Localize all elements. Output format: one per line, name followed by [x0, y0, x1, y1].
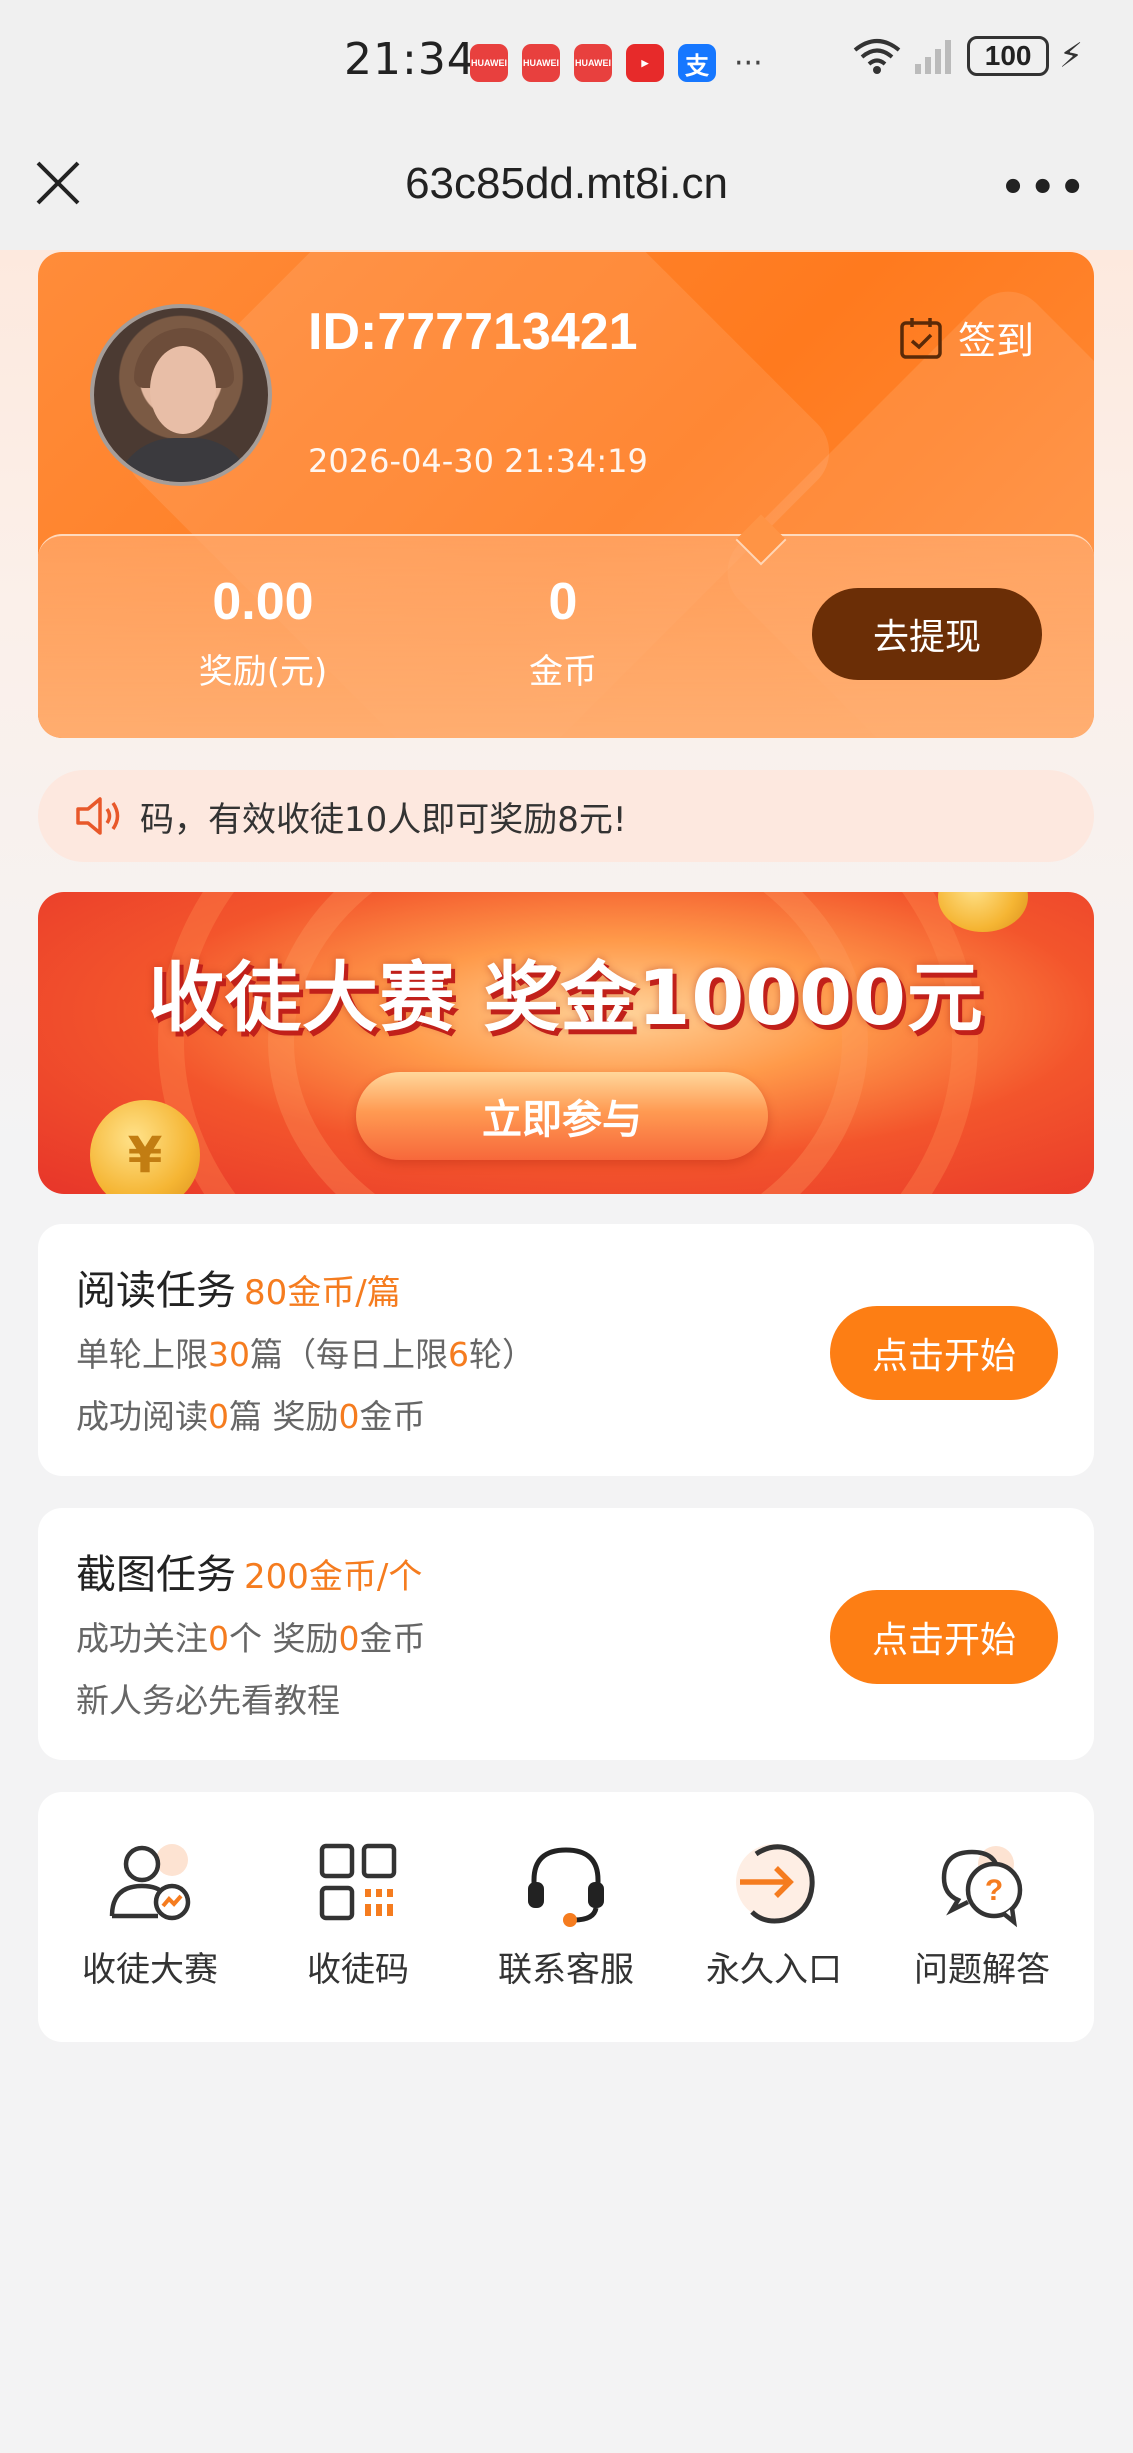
- task-rate: 80金币/篇: [244, 1273, 401, 1313]
- reward-stat: 0.00 奖励(元): [158, 572, 368, 693]
- text: 篇（每日上限: [250, 1335, 448, 1374]
- huawei-app-icon: HUAWEI: [574, 44, 612, 82]
- battery-indicator: 100: [967, 36, 1050, 76]
- checkin-label: 签到: [957, 319, 1034, 363]
- text: 轮）: [469, 1335, 535, 1374]
- task-title: 阅读任务 80金币/篇: [76, 1258, 401, 1316]
- current-datetime: 2026-04-30 21:34:19: [308, 442, 648, 480]
- reading-task-card: 阅读任务 80金币/篇 单轮上限30篇（每日上限6轮） 成功阅读0篇 奖励0金币 …: [38, 1224, 1094, 1476]
- menu-item-recruit-code[interactable]: 收徒码: [258, 1792, 458, 2042]
- text: 成功关注: [76, 1619, 208, 1658]
- follow-count-value: 0: [208, 1619, 229, 1658]
- task-title: 截图任务 200金币/个: [76, 1542, 422, 1600]
- menu-label: 问题解答: [914, 1950, 1050, 1990]
- start-screenshot-button[interactable]: 点击开始: [830, 1590, 1058, 1684]
- notice-text: 码，有效收徒10人即可奖励8元!: [140, 799, 627, 840]
- status-time: 21:34: [344, 34, 476, 85]
- text: 单轮上限: [76, 1335, 208, 1374]
- calendar-check-icon: [900, 317, 942, 359]
- menu-label: 永久入口: [706, 1950, 842, 1990]
- text: 金币: [359, 1397, 426, 1436]
- menu-item-customer-service[interactable]: 联系客服: [466, 1792, 666, 2042]
- banner-title: 收徒大赛 奖金10000元: [148, 953, 984, 1042]
- arrow-entry-icon: [736, 1844, 815, 1924]
- reward-coins-value: 0: [338, 1397, 360, 1436]
- avatar[interactable]: [90, 304, 272, 486]
- more-notifications-icon: ···: [734, 45, 763, 81]
- wifi-icon: [853, 39, 901, 74]
- round-limit-value: 30: [208, 1335, 250, 1374]
- checkin-button[interactable]: 签到: [898, 310, 1034, 365]
- menu-item-recruit-contest[interactable]: 收徒大赛: [50, 1792, 250, 2042]
- browser-nav-bar: 63c85dd.mt8i.cn •••: [0, 125, 1133, 250]
- text: 成功阅读: [76, 1397, 208, 1436]
- coins-value: 0: [548, 573, 578, 631]
- task-rate: 200金币/个: [244, 1557, 423, 1597]
- tutorial-hint: 新人务必先看教程: [76, 1681, 340, 1720]
- charging-icon: ⚡: [1059, 36, 1083, 76]
- task-limit-info: 单轮上限30篇（每日上限6轮）: [76, 1328, 535, 1376]
- task-title-text: 截图任务: [76, 1552, 236, 1598]
- text: 篇 奖励: [229, 1397, 339, 1436]
- profile-card: ID:777713421 2026-04-30 21:34:19 签到 0.00…: [38, 252, 1094, 738]
- menu-item-faq[interactable]: ? 问题解答: [882, 1792, 1082, 2042]
- screenshot-task-card: 截图任务 200金币/个 成功关注0个 奖励0金币 新人务必先看教程 点击开始: [38, 1508, 1094, 1760]
- daily-round-limit-value: 6: [448, 1335, 469, 1374]
- withdraw-button[interactable]: 去提现: [812, 588, 1042, 680]
- huawei-app-icon: HUAWEI: [470, 44, 508, 82]
- join-now-button[interactable]: 立即参与: [356, 1072, 768, 1160]
- read-count-value: 0: [208, 1397, 229, 1436]
- more-menu-icon[interactable]: •••: [1000, 165, 1089, 211]
- menu-label: 收徒码: [307, 1950, 409, 1990]
- coins-stat: 0 金币: [478, 572, 648, 693]
- reward-value: 0.00: [212, 573, 314, 631]
- svg-text:?: ?: [985, 1874, 1003, 1907]
- reward-label: 奖励(元): [198, 652, 328, 692]
- quick-menu: 收徒大赛 收徒码 联系客服 永久入口 ? 问题解答: [38, 1792, 1094, 2042]
- qr-code-icon: [319, 1843, 397, 1921]
- task-progress-info: 成功阅读0篇 奖励0金币: [76, 1390, 426, 1438]
- coins-label: 金币: [529, 652, 597, 692]
- page-url: 63c85dd.mt8i.cn: [405, 159, 728, 208]
- speaker-icon: [76, 797, 120, 835]
- task-progress-info: 成功关注0个 奖励0金币: [76, 1612, 426, 1660]
- status-indicators: 100 ⚡: [851, 36, 1083, 76]
- status-app-icons: HUAWEI HUAWEI HUAWEI ▶ 支 ···: [470, 44, 763, 82]
- reward-coins-value: 0: [338, 1619, 360, 1658]
- huawei-app-icon: HUAWEI: [522, 44, 560, 82]
- menu-label: 收徒大赛: [82, 1950, 218, 1990]
- user-id: ID:777713421: [308, 303, 638, 361]
- user-chart-icon: [109, 1844, 191, 1921]
- start-reading-button[interactable]: 点击开始: [830, 1306, 1058, 1400]
- status-bar: 21:34 HUAWEI HUAWEI HUAWEI ▶ 支 ··· 100 ⚡: [0, 0, 1133, 125]
- alipay-app-icon: 支: [678, 44, 716, 82]
- task-title-text: 阅读任务: [76, 1268, 236, 1314]
- signal-icon: [915, 40, 952, 74]
- question-chat-icon: ?: [941, 1846, 1023, 1928]
- recruit-contest-banner[interactable]: ¥ 收徒大赛 奖金10000元 立即参与: [38, 892, 1094, 1194]
- text: 个 奖励: [229, 1619, 339, 1658]
- video-app-icon: ▶: [626, 44, 664, 82]
- text: 金币: [359, 1619, 426, 1658]
- headset-icon: [528, 1847, 604, 1927]
- notice-marquee: 码，有效收徒10人即可奖励8元!: [38, 770, 1094, 862]
- menu-item-permanent-entry[interactable]: 永久入口: [674, 1792, 874, 2042]
- menu-label: 联系客服: [498, 1950, 634, 1990]
